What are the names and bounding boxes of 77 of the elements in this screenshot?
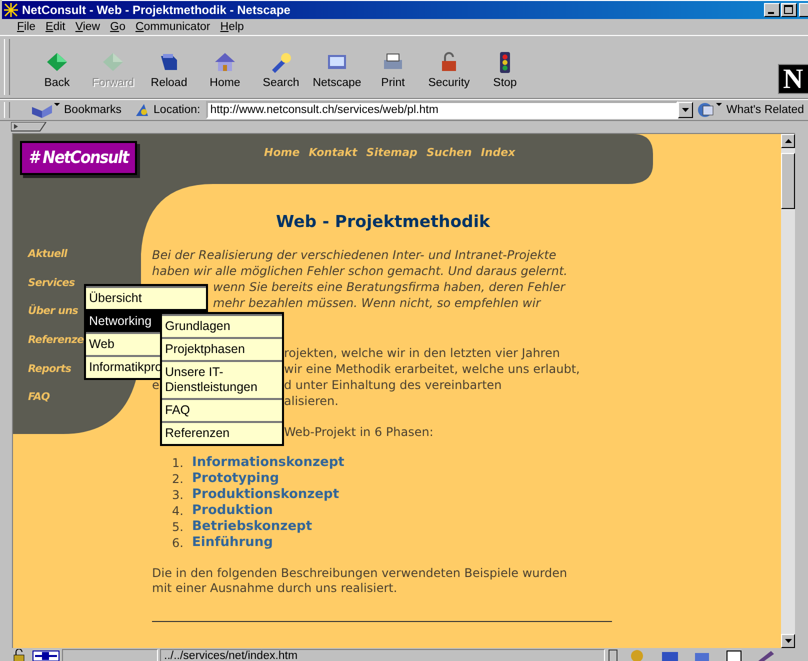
maximize-button[interactable] [781, 3, 797, 17]
nav-link[interactable]: Referenze [28, 333, 84, 348]
location-icon [134, 102, 150, 118]
scroll-down-icon[interactable] [784, 639, 792, 643]
menu-item[interactable]: Communicator [130, 21, 216, 33]
list-number: 4. [172, 503, 184, 519]
text-fragment: e [152, 377, 160, 393]
menu-item[interactable]: Go [105, 21, 130, 33]
menu-item[interactable]: Projektphasen [162, 337, 282, 360]
menu-item[interactable]: View [70, 21, 106, 33]
menu-item[interactable]: FAQ [162, 398, 282, 421]
phase-link[interactable]: Prototyping [192, 471, 280, 487]
window-title: NetConsult - Web - Projektmethodik - Netscape [22, 3, 292, 17]
text-fragment: mehr bezahlen müssen. Wenn nicht, so empfehlen wir [213, 295, 541, 311]
related-icon[interactable] [696, 101, 722, 119]
phase-link[interactable]: Produktionskonzept [192, 487, 340, 503]
menu-item[interactable]: Referenzen [162, 421, 282, 444]
scrollbar[interactable] [781, 134, 795, 648]
text-fragment: d unter Einhaltung des vereinbarten [284, 377, 502, 393]
toolbar-button[interactable]: Back [29, 36, 85, 98]
nav-link[interactable]: Suchen [426, 146, 472, 159]
page-title: Web - Projektmethodik [274, 212, 492, 232]
toolbar-button[interactable]: Search [253, 36, 309, 98]
menu-item[interactable]: Edit [40, 21, 70, 33]
throbber-logo: N [778, 64, 808, 94]
list-number: 2. [172, 471, 184, 487]
menu-item[interactable]: Unsere IT-Dienstleistungen [162, 360, 282, 398]
list-number: 3. [172, 487, 184, 503]
toolbar-button[interactable]: Netscape [309, 36, 365, 98]
phase-link[interactable]: Produktion [192, 503, 273, 519]
paragraph: Die in den folgenden Beschreibungen verwendeten Beispiele wurden mit einer Ausnahme durch uns realisiert. [152, 566, 568, 596]
menu-item[interactable]: Grundlagen [162, 314, 282, 337]
location-field[interactable]: http://www.netconsult.ch/services/web/pl.htm [206, 101, 678, 119]
minimize-button[interactable] [764, 3, 780, 17]
text-fragment: wir eine Methodik erarbeitet, welche uns erlaubt, [284, 361, 580, 377]
paragraph-line: Bei der Realisierung der verschiedenen Inter- und Intranet-Projekte [152, 247, 556, 263]
scroll-up-icon[interactable] [784, 139, 792, 143]
scrollbar-thumb[interactable] [781, 153, 795, 209]
related-label[interactable]: What's Related [726, 104, 804, 116]
toolbar-button[interactable]: Print [365, 36, 421, 98]
close-button[interactable] [799, 3, 808, 17]
toolbar-button[interactable]: Reload [141, 36, 197, 98]
status-text: ../../services/net/index.htm [160, 649, 605, 661]
text-fragment: Web-Projekt in 6 Phasen: [284, 424, 434, 440]
dropdown-button[interactable] [678, 102, 694, 118]
toolbar-button[interactable]: Security [421, 36, 477, 98]
caret-icon [682, 108, 690, 112]
menu-item[interactable]: Help [215, 21, 249, 33]
paragraph-line: haben wir alle möglichen Fehler schon gemacht. Und daraus gelernt. [152, 263, 568, 279]
location-label: Location: [154, 104, 200, 116]
phase-link[interactable]: Informationskonzept [192, 455, 344, 471]
nav-link[interactable]: Über uns [28, 304, 78, 318]
list-number: 6. [172, 535, 184, 551]
collapse-tab-icon[interactable] [11, 122, 47, 132]
toolbar-button[interactable]: Stop [477, 36, 533, 98]
list-number: 5. [172, 519, 184, 535]
nav-link[interactable]: Services [28, 276, 75, 290]
nav-link[interactable]: Index [480, 146, 516, 159]
app-icon [4, 3, 18, 17]
text-fragment: wenn Sie bereits eine Beratungsfirma haben, deren Fehler [213, 279, 566, 295]
plug-icon [32, 649, 60, 661]
logo[interactable]: # NetConsult [20, 141, 137, 175]
bookmarks-icon[interactable] [30, 101, 60, 119]
bookmarks-label[interactable]: Bookmarks [64, 104, 122, 116]
nav-link[interactable]: Aktuell [28, 247, 68, 261]
nav-link[interactable]: Home [264, 146, 300, 159]
toolbar-button[interactable]: Home [197, 36, 253, 98]
text-fragment: alisieren. [284, 393, 338, 409]
list-number: 1. [172, 455, 184, 471]
phase-link[interactable]: Einführung [192, 535, 273, 551]
nav-link[interactable]: Sitemap [366, 146, 418, 159]
menu-item[interactable]: File [12, 21, 41, 33]
text-fragment: rojekten, welche wir in den letzten vier Jahren [284, 345, 560, 361]
phase-link[interactable]: Betriebskonzept [192, 519, 312, 535]
nav-link[interactable]: Reports [28, 362, 72, 376]
nav-link[interactable]: FAQ [28, 390, 50, 404]
nav-link[interactable]: Kontakt [308, 146, 358, 159]
